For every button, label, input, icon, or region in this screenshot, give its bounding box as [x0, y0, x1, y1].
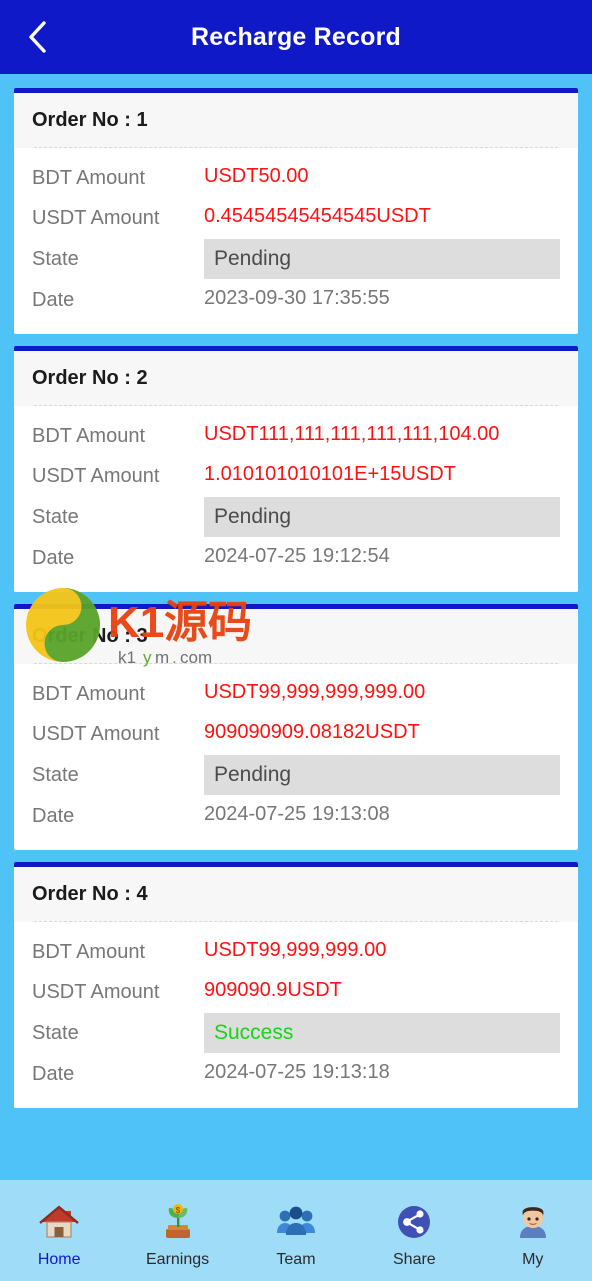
date-row: Date 2024-07-25 19:13:08 — [32, 796, 560, 836]
tab-earnings[interactable]: $ Earnings — [119, 1199, 237, 1269]
order-number: Order No : 4 — [32, 883, 148, 905]
state-row: State Success — [32, 1012, 560, 1054]
bdt-amount-label: BDT Amount — [32, 425, 146, 447]
usdt-amount-value: 909090.9USDT — [204, 979, 342, 1001]
state-row: State Pending — [32, 754, 560, 796]
usdt-amount-label: USDT Amount — [32, 207, 160, 229]
usdt-amount-label: USDT Amount — [32, 723, 160, 745]
status-badge: Pending — [204, 239, 560, 279]
record-card-header: Order No : 4 — [14, 867, 578, 922]
page-title: Recharge Record — [190, 22, 402, 51]
record-card[interactable]: Order No : 4 BDT Amount USDT99,999,999.0… — [14, 862, 578, 1108]
usdt-amount-row: USDT Amount 1.010101010101E+15USDT — [32, 456, 560, 496]
tab-label: Home — [37, 1250, 81, 1268]
user-avatar-icon — [510, 1199, 556, 1245]
record-card[interactable]: Order No : 3 BDT Amount USDT99,999,999,9… — [14, 604, 578, 850]
date-value: 2023-09-30 17:35:55 — [204, 287, 390, 309]
state-label: State — [32, 764, 79, 786]
date-row: Date 2024-07-25 19:12:54 — [32, 538, 560, 578]
bdt-amount-row: BDT Amount USDT99,999,999.00 — [32, 932, 560, 972]
record-card-body: BDT Amount USDT50.00 USDT Amount 0.45454… — [14, 148, 578, 334]
tab-team[interactable]: Team — [237, 1199, 355, 1269]
house-icon — [36, 1199, 82, 1245]
date-row: Date 2024-07-25 19:13:18 — [32, 1054, 560, 1094]
record-card-header: Order No : 3 — [14, 609, 578, 664]
tab-label: Earnings — [146, 1250, 210, 1268]
state-row: State Pending — [32, 496, 560, 538]
chevron-left-icon — [26, 20, 48, 54]
bdt-amount-value: USDT99,999,999.00 — [204, 939, 387, 961]
record-card-body: BDT Amount USDT99,999,999,999.00 USDT Am… — [14, 664, 578, 850]
usdt-amount-label: USDT Amount — [32, 465, 160, 487]
usdt-amount-value: 1.010101010101E+15USDT — [204, 463, 456, 485]
record-card-body: BDT Amount USDT99,999,999.00 USDT Amount… — [14, 922, 578, 1108]
tab-label: Team — [276, 1250, 316, 1268]
page-header: Recharge Record — [0, 0, 592, 74]
date-value: 2024-07-25 19:13:08 — [204, 803, 390, 825]
tab-share[interactable]: Share — [355, 1199, 473, 1269]
tab-label: Share — [393, 1250, 436, 1268]
usdt-amount-label: USDT Amount — [32, 981, 160, 1003]
svg-text:$: $ — [175, 1206, 180, 1215]
tab-home[interactable]: Home — [0, 1199, 118, 1269]
usdt-amount-row: USDT Amount 0.45454545454545USDT — [32, 198, 560, 238]
usdt-amount-value: 909090909.08182USDT — [204, 721, 420, 743]
people-group-icon — [273, 1199, 319, 1245]
date-label: Date — [32, 805, 75, 827]
usdt-amount-value: 0.45454545454545USDT — [204, 205, 431, 227]
bdt-amount-label: BDT Amount — [32, 683, 146, 705]
bdt-amount-value: USDT99,999,999,999.00 — [204, 681, 426, 703]
tab-my[interactable]: My — [474, 1199, 592, 1269]
bottom-navigation: Home $ Earnings Team Share My — [0, 1180, 592, 1281]
bdt-amount-value: USDT50.00 — [204, 165, 309, 187]
date-label: Date — [32, 1063, 75, 1085]
back-button[interactable] — [18, 18, 56, 56]
bdt-amount-label: BDT Amount — [32, 941, 146, 963]
state-row: State Pending — [32, 238, 560, 280]
record-card-header: Order No : 1 — [14, 93, 578, 148]
bdt-amount-value: USDT111,111,111,111,111,104.00 — [204, 423, 500, 445]
order-number: Order No : 1 — [32, 109, 148, 131]
state-label: State — [32, 248, 79, 270]
record-card[interactable]: Order No : 2 BDT Amount USDT111,111,111,… — [14, 346, 578, 592]
status-badge: Success — [204, 1013, 560, 1053]
state-label: State — [32, 1022, 79, 1044]
date-label: Date — [32, 289, 75, 311]
records-scroll-area[interactable]: Order No : 1 BDT Amount USDT50.00 USDT A… — [0, 74, 592, 1180]
record-card-body: BDT Amount USDT111,111,111,111,111,104.0… — [14, 406, 578, 592]
record-list: Order No : 1 BDT Amount USDT50.00 USDT A… — [14, 88, 578, 1108]
bdt-amount-row: BDT Amount USDT111,111,111,111,111,104.0… — [32, 416, 560, 456]
date-value: 2024-07-25 19:12:54 — [204, 545, 390, 567]
date-row: Date 2023-09-30 17:35:55 — [32, 280, 560, 320]
date-value: 2024-07-25 19:13:18 — [204, 1061, 390, 1083]
state-label: State — [32, 506, 79, 528]
share-network-icon — [391, 1199, 437, 1245]
usdt-amount-row: USDT Amount 909090.9USDT — [32, 972, 560, 1012]
record-card-header: Order No : 2 — [14, 351, 578, 406]
record-card[interactable]: Order No : 1 BDT Amount USDT50.00 USDT A… — [14, 88, 578, 334]
tab-label: My — [522, 1250, 544, 1268]
bdt-amount-label: BDT Amount — [32, 167, 146, 189]
bdt-amount-row: BDT Amount USDT99,999,999,999.00 — [32, 674, 560, 714]
date-label: Date — [32, 547, 75, 569]
status-badge: Pending — [204, 755, 560, 795]
bdt-amount-row: BDT Amount USDT50.00 — [32, 158, 560, 198]
money-plant-icon: $ — [155, 1199, 201, 1245]
status-badge: Pending — [204, 497, 560, 537]
order-number: Order No : 2 — [32, 367, 148, 389]
usdt-amount-row: USDT Amount 909090909.08182USDT — [32, 714, 560, 754]
app-screen: Recharge Record Order No : 1 BDT Amount … — [0, 0, 592, 1281]
order-number: Order No : 3 — [32, 625, 148, 647]
